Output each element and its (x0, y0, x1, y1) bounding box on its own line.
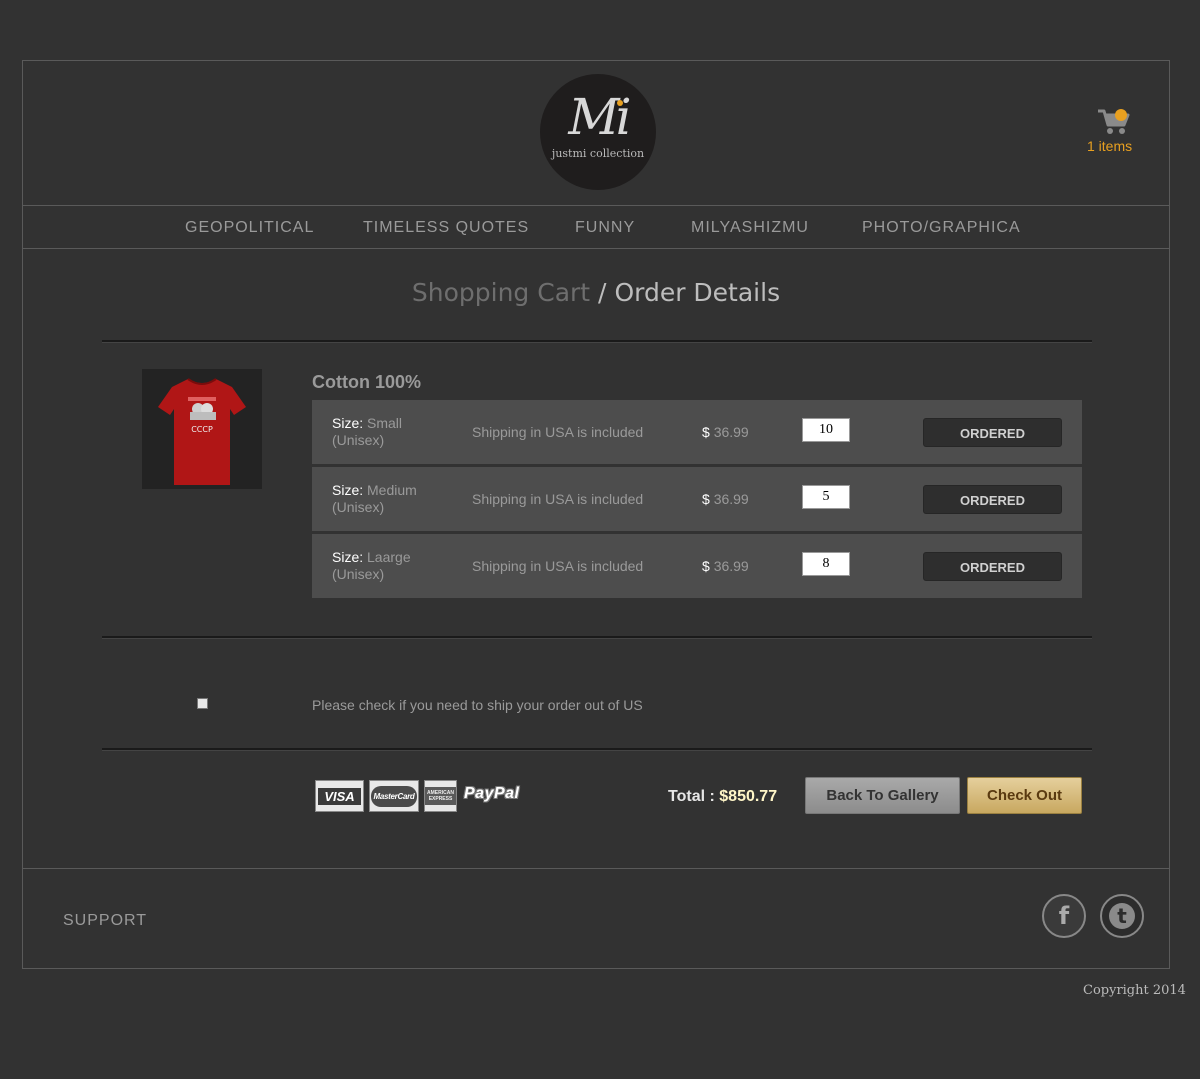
size-label: Size: (332, 415, 364, 431)
total-label: Total : (668, 788, 715, 805)
page-title: Shopping Cart / Order Details (23, 278, 1169, 307)
price-value: 36.99 (713, 424, 749, 440)
brand-logo[interactable]: Mi justmi collection (540, 74, 656, 190)
size-label: Size: (332, 549, 364, 565)
title-separator: / (590, 278, 615, 307)
nav-item-photo-graphica[interactable]: PHOTO/GRAPHICA (862, 219, 1021, 237)
shipping-note: Shipping in USA is included (472, 558, 644, 574)
product-title: Cotton 100% (312, 372, 422, 392)
tshirt-print-text: CCCP (191, 425, 213, 434)
size-label: Size: (332, 482, 364, 498)
order-row: Size: Medium (Unisex) Shipping in USA is… (312, 467, 1082, 531)
title-shopping-cart[interactable]: Shopping Cart (412, 278, 590, 307)
divider (102, 748, 1092, 751)
price-value: 36.99 (713, 491, 749, 507)
footer-divider (23, 868, 1169, 869)
logo-mark: Mi (568, 88, 631, 146)
logo-dot (617, 100, 623, 106)
divider (102, 340, 1092, 343)
main-nav: GEOPOLITICAL TIMELESS QUOTES FUNNY MILYA… (23, 205, 1169, 249)
back-to-gallery-button[interactable]: Back To Gallery (805, 777, 960, 814)
checkout-button[interactable]: Check Out (967, 777, 1082, 814)
quantity-input[interactable] (802, 485, 850, 509)
unisex-label: (Unisex) (332, 566, 385, 582)
title-order-details: Order Details (614, 278, 781, 307)
twitter-glyph: t (1109, 903, 1135, 929)
cart-count[interactable]: 1 items (1083, 138, 1143, 154)
shipping-note: Shipping in USA is included (472, 491, 644, 507)
row-price: $ 36.99 (702, 424, 749, 440)
facebook-icon[interactable]: f (1042, 894, 1086, 938)
order-row: Size: Laarge (Unisex) Shipping in USA is… (312, 534, 1082, 598)
paypal-logo: PayPal (464, 785, 520, 802)
order-total: Total : $850.77 (668, 788, 777, 806)
logo-subtitle: justmi collection (551, 147, 645, 160)
shipping-note: Shipping in USA is included (472, 424, 644, 440)
amex-text: AMERICAN EXPRESS (425, 787, 456, 805)
order-row: Size: Small (Unisex) Shipping in USA is … (312, 400, 1082, 464)
tshirt-image: CCCP (158, 378, 246, 485)
visa-text: VISA (318, 787, 361, 805)
ordered-button[interactable]: ORDERED (923, 552, 1062, 581)
support-link[interactable]: SUPPORT (63, 912, 147, 930)
ordered-button[interactable]: ORDERED (923, 418, 1062, 447)
mastercard-logo: MasterCard (369, 780, 419, 812)
currency-symbol: $ (702, 424, 710, 440)
copyright: Copyright 2014 (1083, 983, 1186, 998)
divider (102, 636, 1092, 639)
visa-logo: VISA (315, 780, 364, 812)
amex-logo: AMERICAN EXPRESS (424, 780, 457, 812)
quantity-input[interactable] (802, 552, 850, 576)
cart-widget[interactable]: 1 items (1083, 108, 1143, 154)
nav-item-timeless-quotes[interactable]: TIMELESS QUOTES (363, 219, 529, 237)
row-price: $ 36.99 (702, 558, 749, 574)
quantity-input[interactable] (802, 418, 850, 442)
total-amount: $850.77 (719, 788, 778, 805)
currency-symbol: $ (702, 491, 710, 507)
size-value: Laarge (367, 549, 411, 565)
size-value: Small (367, 415, 403, 431)
nav-item-milyashizmu[interactable]: MILYASHIZMU (691, 219, 809, 237)
size-value: Medium (367, 482, 417, 498)
row-price: $ 36.99 (702, 491, 749, 507)
unisex-label: (Unisex) (332, 432, 385, 448)
page-frame: Mi justmi collection 1 items GEOPOLITICA… (22, 60, 1170, 969)
row-size: Size: Small (Unisex) (332, 415, 402, 449)
twitter-icon[interactable]: t (1100, 894, 1144, 938)
ordered-button[interactable]: ORDERED (923, 485, 1062, 514)
nav-item-funny[interactable]: FUNNY (575, 219, 635, 237)
row-size: Size: Laarge (Unisex) (332, 549, 411, 583)
row-size: Size: Medium (Unisex) (332, 482, 417, 516)
product-thumbnail[interactable]: CCCP (142, 369, 262, 489)
nav-item-geopolitical[interactable]: GEOPOLITICAL (185, 219, 314, 237)
ship-outside-us-label: Please check if you need to ship your or… (312, 697, 643, 713)
ship-outside-us-checkbox[interactable] (197, 698, 208, 709)
unisex-label: (Unisex) (332, 499, 385, 515)
price-value: 36.99 (713, 558, 749, 574)
mastercard-text: MasterCard (371, 785, 417, 807)
cart-badge (1115, 109, 1127, 121)
currency-symbol: $ (702, 558, 710, 574)
